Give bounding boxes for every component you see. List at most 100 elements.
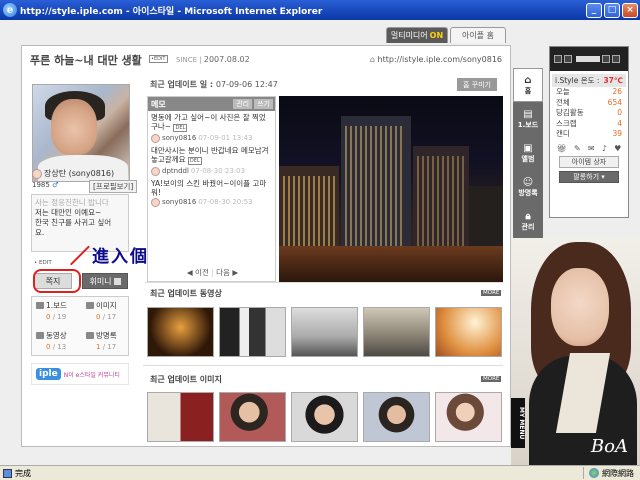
side-nav-label: 방명록 xyxy=(518,188,538,197)
guestbook-icon: ☺ xyxy=(522,176,534,188)
avatar-icon xyxy=(151,134,160,143)
image-thumbnail[interactable] xyxy=(219,392,286,442)
tab-multimedia[interactable]: 멀티미디어 ON xyxy=(386,27,448,43)
memo-item[interactable]: 명동에 가고 싶어~이 사진은 잘 찍었구나~ DEL sony0816 07-… xyxy=(148,111,275,144)
widget-stat-value: 39 xyxy=(612,129,622,138)
widget-control[interactable] xyxy=(554,55,562,63)
album-icon: ▣ xyxy=(523,142,533,154)
memo-header: 메모 관리 쓰기 xyxy=(148,97,275,111)
image-thumbnail[interactable] xyxy=(363,392,430,442)
decorate-home-button[interactable]: 홈 꾸미기 xyxy=(457,78,497,91)
stat-video[interactable]: 동영상 0 / 13 xyxy=(32,327,80,355)
close-button[interactable]: × xyxy=(622,2,638,18)
memo-delete-button[interactable]: DEL xyxy=(187,157,202,165)
side-nav-guestbook[interactable]: ☺ 방명록 xyxy=(513,170,543,204)
memo-title: 메모 xyxy=(151,99,166,109)
my-menu-tab[interactable]: MY MENU xyxy=(511,398,525,448)
message-icon[interactable]: ✉ xyxy=(588,144,595,153)
temperature-row: i.Style 온도 : 37℃ xyxy=(552,74,626,87)
home-icon: ⌂ xyxy=(524,74,532,86)
blog-url[interactable]: http://istyle.iple.com/sony0816 xyxy=(370,55,502,64)
video-section-title: 최근 업데이트 동영상 xyxy=(150,289,222,298)
widget-stat-row: 전체 654 xyxy=(550,98,628,109)
video-thumbnail[interactable] xyxy=(291,307,358,357)
intro-edit-button[interactable]: • EDIT xyxy=(34,260,52,266)
memo-date: 07-08-30 20:53 xyxy=(198,198,253,206)
side-nav-home[interactable]: ⌂ 홈 xyxy=(513,68,543,102)
widget-stat-label: 캔디 xyxy=(556,129,570,138)
image-section-title: 최근 업데이트 이미지 xyxy=(150,375,222,384)
on-badge: ON xyxy=(429,31,444,40)
follow-button[interactable]: 팔롱하기 ▾ xyxy=(559,170,619,183)
memo-item[interactable]: YA!보이의 스킨 바꿨어~이이플 고마워! sony0816 07-08-30… xyxy=(148,177,275,208)
hmini-button[interactable]: 휘미니 xyxy=(82,273,128,289)
memo-prev-button[interactable]: ◀ 이전 xyxy=(187,268,209,277)
profile-name[interactable]: 장상탄 (sony0816) xyxy=(44,168,114,179)
stat-today: 0 xyxy=(46,343,51,351)
gift-icon[interactable]: 🎁︎ xyxy=(557,144,567,153)
widget-icon-row: 🎁︎ ✎ ✉ ♪ ♥ xyxy=(553,144,625,153)
memo-write-button[interactable]: 쓰기 xyxy=(254,99,273,109)
board-icon: ▤ xyxy=(523,108,533,120)
title-edit-button[interactable]: •EDIT xyxy=(149,55,168,63)
image-thumbnail[interactable] xyxy=(435,392,502,442)
memo-item[interactable]: 대만사시는 분이니 반갑네요 메모남겨 놓고갈께요 DEL dptnddl 07… xyxy=(148,144,275,177)
promo-image[interactable]: MY MENU BoA xyxy=(511,238,640,465)
tab-iple-home[interactable]: 아이플 홈 xyxy=(450,27,506,43)
image-thumbnail[interactable] xyxy=(147,392,214,442)
widget-control[interactable] xyxy=(602,55,610,63)
hmini-label: 휘미니 xyxy=(89,276,112,286)
widget-stat-value: 654 xyxy=(607,97,622,107)
divider xyxy=(143,365,503,366)
widget-stat-value: 0 xyxy=(617,108,622,117)
featured-photo[interactable] xyxy=(279,96,503,282)
video-thumbnail[interactable] xyxy=(363,307,430,357)
image-thumbnail[interactable] xyxy=(291,392,358,442)
note-icon[interactable]: ✎ xyxy=(574,144,581,153)
board-icon xyxy=(36,302,44,309)
memo-next-button[interactable]: 다음 ▶ xyxy=(216,268,238,277)
video-thumbnail[interactable] xyxy=(435,307,502,357)
memo-text: 명동에 가고 싶어~이 사진은 잘 찍었구나~ xyxy=(151,113,266,131)
stat-total: 13 xyxy=(57,343,67,351)
video-thumbnail[interactable] xyxy=(147,307,214,357)
heart-icon[interactable]: ♥ xyxy=(614,144,621,153)
video-more-button[interactable]: MORE xyxy=(481,290,502,296)
stat-guestbook[interactable]: 방명록 1 / 17 xyxy=(82,327,130,355)
widget-stat-row: 당김활동 0 xyxy=(550,108,628,119)
widget-control[interactable] xyxy=(612,55,620,63)
widget-control[interactable] xyxy=(564,55,572,63)
iple-banner[interactable]: iple N이 e스타일 커뮤니티 xyxy=(31,363,129,385)
side-nav-board[interactable]: ▤ 1.보드 xyxy=(513,102,543,136)
stat-total: 17 xyxy=(107,343,117,351)
item-box-button[interactable]: 아이템 상자 xyxy=(559,155,619,168)
iple-slogan: N이 e스타일 커뮤니티 xyxy=(63,371,120,379)
profile-year: 1985 xyxy=(32,181,50,189)
stat-image[interactable]: 이미지 0 / 17 xyxy=(82,297,130,325)
memo-delete-button[interactable]: DEL xyxy=(173,124,188,132)
stat-label: 방명록 xyxy=(96,331,117,340)
stat-total: 17 xyxy=(107,313,117,321)
video-thumbnail[interactable] xyxy=(219,307,286,357)
video-icon xyxy=(36,332,44,339)
view-profile-button[interactable]: [프로필보기] xyxy=(89,180,138,193)
stat-board[interactable]: 1.보드 0 / 19 xyxy=(32,297,80,325)
side-nav-admin[interactable]: 🔒︎ 관리 xyxy=(513,204,543,238)
memo-manage-button[interactable]: 관리 xyxy=(233,99,253,109)
stat-label: 1.보드 xyxy=(46,301,67,310)
side-nav-label: 앨범 xyxy=(521,154,535,163)
divider xyxy=(145,282,503,283)
bell-icon[interactable]: ♪ xyxy=(602,144,607,153)
widget-stat-label: 오늘 xyxy=(556,87,570,96)
ie-logo-icon: e xyxy=(3,3,17,17)
minimize-button[interactable]: _ xyxy=(586,2,602,18)
widget-stat-row: 오늘 26 xyxy=(550,87,628,98)
image-more-button[interactable]: MORE xyxy=(481,376,502,382)
widget-stat-label: 당김활동 xyxy=(556,108,584,117)
status-bar: 完成 網際網路 xyxy=(0,465,640,480)
widget-volume[interactable] xyxy=(576,56,600,62)
side-nav-album[interactable]: ▣ 앨범 xyxy=(513,136,543,170)
maximize-button[interactable]: □ xyxy=(604,2,620,18)
memo-text: 대만사시는 분이니 반갑네요 메모남겨 놓고갈께요 xyxy=(151,146,269,164)
highlight-circle xyxy=(33,269,81,293)
